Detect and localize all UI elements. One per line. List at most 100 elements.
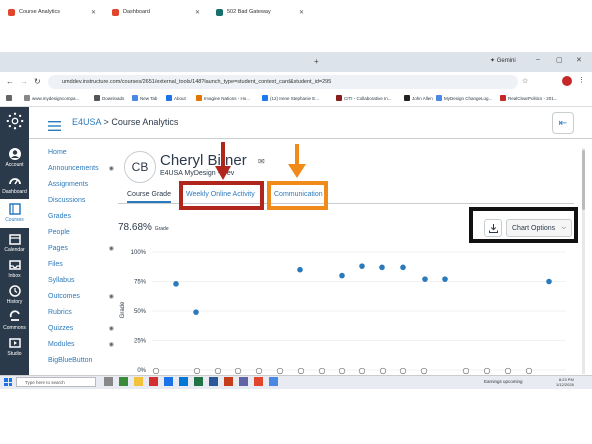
missing-data-point[interactable] <box>338 367 346 375</box>
minimize-icon[interactable]: – <box>536 56 540 63</box>
missing-data-point[interactable] <box>358 367 366 375</box>
missing-data-point[interactable] <box>462 367 470 375</box>
taskview-icon[interactable] <box>104 377 113 386</box>
data-point[interactable] <box>442 276 448 282</box>
collapse-sidebar-button[interactable]: ⇤ <box>552 112 574 134</box>
close-icon[interactable]: ✕ <box>299 9 304 16</box>
taskbar-clock[interactable]: 8:23 PM 1/12/2026 <box>556 377 574 387</box>
data-point[interactable] <box>297 266 303 273</box>
bookmark-item[interactable]: (12) Irene Stephanie E... <box>262 95 319 101</box>
apps-icon[interactable] <box>6 95 14 101</box>
edge-icon[interactable] <box>164 377 173 386</box>
gemini-button[interactable]: ✦ Gemini <box>490 57 516 64</box>
bookmark-item[interactable]: Downloads <box>94 95 124 101</box>
app-icon[interactable] <box>149 377 158 386</box>
chrome-icon[interactable] <box>269 377 278 386</box>
back-icon[interactable]: ← <box>6 77 14 86</box>
tab-course-grade[interactable]: Course Grade <box>127 191 171 203</box>
course-nav-bigbluebutton[interactable]: BigBlueButton <box>48 357 114 364</box>
missing-data-point[interactable] <box>297 367 305 375</box>
bookmark-item[interactable]: RealClearPolitics - 201... <box>500 95 558 101</box>
course-nav-home[interactable]: Home <box>48 149 114 156</box>
data-point[interactable] <box>359 263 365 269</box>
missing-data-point[interactable] <box>318 367 326 375</box>
nav-commons[interactable]: Commons <box>0 310 29 331</box>
folder-icon[interactable] <box>134 377 143 386</box>
maximize-icon[interactable]: ▢ <box>556 56 563 64</box>
excel-icon[interactable] <box>194 377 203 386</box>
forward-icon[interactable]: → <box>20 77 28 86</box>
nav-courses[interactable]: Courses <box>0 199 29 228</box>
taskbar-search-input[interactable]: Type here to search <box>16 377 96 387</box>
missing-data-point[interactable] <box>420 367 428 375</box>
missing-data-point[interactable] <box>152 367 160 375</box>
browser-tab-dashboard[interactable]: Dashboard ✕ <box>106 4 206 20</box>
course-nav-announcements[interactable]: Announcements ◉ <box>48 165 114 172</box>
nav-studio[interactable]: Studio <box>0 336 29 357</box>
missing-data-point[interactable] <box>255 367 263 375</box>
course-nav-outcomes[interactable]: Outcomes ◉ <box>48 293 114 300</box>
missing-data-point[interactable] <box>276 367 284 375</box>
course-nav-discussions[interactable]: Discussions <box>48 197 114 204</box>
bookmark-item[interactable]: Imagine Nations - Ho... <box>196 95 250 101</box>
powerpoint-icon[interactable] <box>224 377 233 386</box>
missing-data-point[interactable] <box>399 367 407 375</box>
course-nav-rubrics[interactable]: Rubrics <box>48 309 114 316</box>
profile-avatar-icon[interactable] <box>562 76 572 86</box>
windows-start-icon[interactable] <box>4 378 12 386</box>
student-name[interactable]: Cheryl Bitner <box>160 152 247 169</box>
data-point[interactable] <box>546 278 552 285</box>
browser-tab-course-analytics[interactable]: Course Analytics ✕ <box>2 4 102 20</box>
breadcrumb-course-link[interactable]: E4USA <box>72 117 101 127</box>
hamburger-menu-icon[interactable] <box>48 118 61 136</box>
course-nav-syllabus[interactable]: Syllabus <box>48 277 114 284</box>
bookmark-item[interactable]: CITI - Collaborative In... <box>336 95 392 101</box>
missing-data-point[interactable] <box>525 367 533 375</box>
teams-icon[interactable] <box>239 377 248 386</box>
reload-icon[interactable]: ↻ <box>34 77 41 86</box>
app-icon[interactable] <box>254 377 263 386</box>
course-nav-pages[interactable]: Pages ◉ <box>48 245 114 252</box>
word-icon[interactable] <box>209 377 218 386</box>
menu-icon[interactable]: ⋮ <box>578 76 585 84</box>
mail-icon[interactable]: ✉ <box>258 157 265 166</box>
missing-data-point[interactable] <box>214 367 222 375</box>
data-point[interactable] <box>193 309 199 315</box>
outlook-icon[interactable] <box>179 377 188 386</box>
course-nav-files[interactable]: Files <box>48 261 114 268</box>
data-point[interactable] <box>422 276 428 282</box>
bookmark-item[interactable]: MyDesign ChangeLog... <box>436 95 492 101</box>
course-nav-grades[interactable]: Grades <box>48 213 114 220</box>
bookmark-item[interactable]: New Tab <box>132 95 157 101</box>
scrollbar-thumb[interactable] <box>582 150 585 210</box>
browser-tab-bad-gateway[interactable]: 502 Bad Gateway ✕ <box>210 4 310 20</box>
close-icon[interactable]: ✕ <box>195 9 200 16</box>
close-icon[interactable]: ✕ <box>91 9 96 16</box>
data-point[interactable] <box>379 264 385 271</box>
course-nav-people[interactable]: People <box>48 229 114 236</box>
nav-dashboard[interactable]: Dashboard <box>0 174 29 195</box>
missing-data-point[interactable] <box>193 367 201 375</box>
window-close-icon[interactable]: ✕ <box>576 56 582 64</box>
nav-inbox[interactable]: Inbox <box>0 258 29 279</box>
data-point[interactable] <box>173 281 179 287</box>
missing-data-point[interactable] <box>379 367 387 375</box>
taskbar-weather[interactable]: Earnings upcoming <box>484 379 523 384</box>
bookmark-item[interactable]: John Allen <box>404 95 433 101</box>
course-nav-modules[interactable]: Modules ◉ <box>48 341 114 348</box>
url-input[interactable]: umddev.instructure.com/courses/2651/exte… <box>48 75 518 89</box>
nav-account[interactable]: Account <box>0 147 29 168</box>
canvas-logo-icon[interactable] <box>0 112 29 134</box>
app-icon[interactable] <box>119 377 128 386</box>
course-nav-assignments[interactable]: Assignments <box>48 181 114 188</box>
missing-data-point[interactable] <box>504 367 512 375</box>
bookmark-item[interactable]: www.mydesigncompa... <box>24 95 79 101</box>
missing-data-point[interactable] <box>234 367 242 375</box>
new-tab-icon[interactable]: + <box>314 57 319 66</box>
nav-calendar[interactable]: Calendar <box>0 232 29 253</box>
course-nav-quizzes[interactable]: Quizzes ◉ <box>48 325 114 332</box>
star-icon[interactable]: ☆ <box>522 77 528 85</box>
missing-data-point[interactable] <box>483 367 491 375</box>
data-point[interactable] <box>400 264 406 271</box>
chart-options-select[interactable]: Chart Options ⌵ <box>506 219 572 237</box>
